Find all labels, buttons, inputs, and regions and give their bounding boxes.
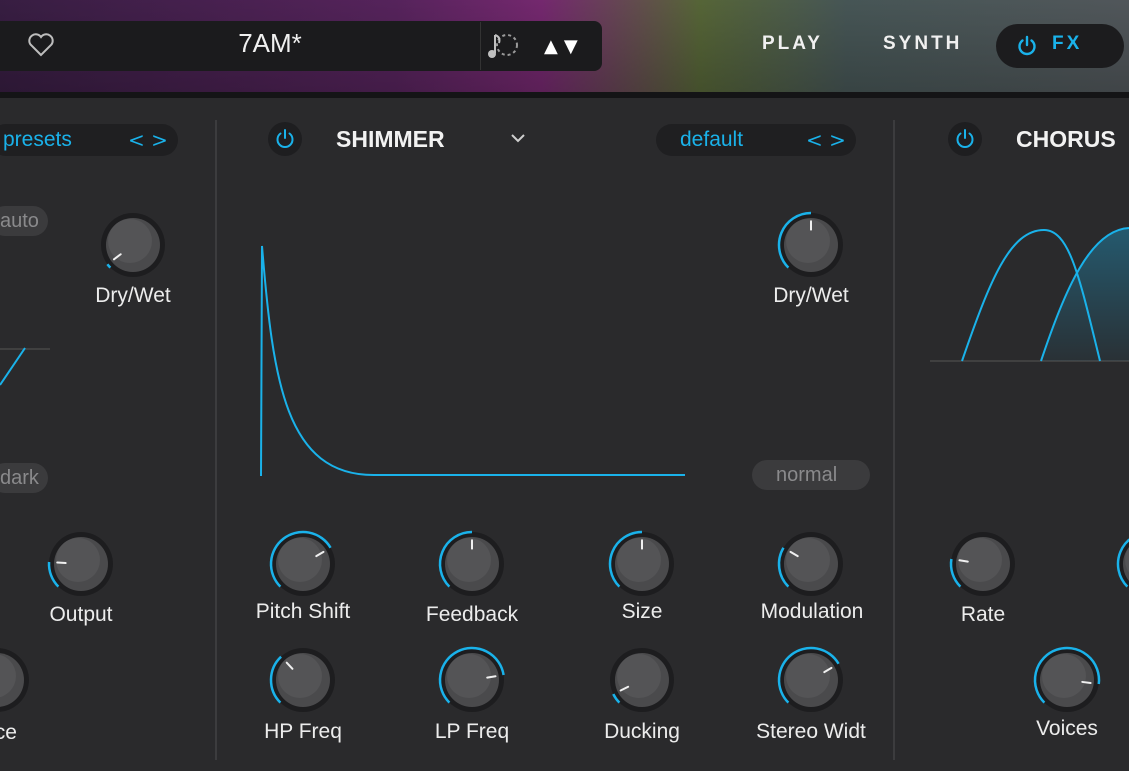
left-curve bbox=[0, 347, 50, 386]
size-label: Size bbox=[621, 600, 663, 623]
chorus-rate-knob[interactable] bbox=[947, 528, 1019, 600]
lp-freq-knob[interactable] bbox=[436, 644, 508, 716]
chevron-left-right-icon[interactable]: < > bbox=[128, 128, 168, 152]
pitch-shift-label: Pitch Shift bbox=[255, 600, 351, 623]
tab-play[interactable]: PLAY bbox=[762, 33, 823, 55]
chorus-title[interactable]: CHORUS bbox=[1016, 126, 1116, 153]
left-partial-label: nce bbox=[0, 721, 17, 744]
mode-auto-label: auto bbox=[0, 210, 39, 232]
left-dry-wet-label: Dry/Wet bbox=[95, 284, 171, 307]
mode-dark-label: dark bbox=[0, 467, 39, 489]
heart-icon[interactable] bbox=[27, 32, 55, 58]
top-bar-divider bbox=[0, 92, 1129, 98]
panel-divider bbox=[893, 120, 895, 760]
power-icon bbox=[956, 129, 974, 148]
hp-freq-knob[interactable] bbox=[267, 644, 339, 716]
shimmer-mode-label: normal bbox=[776, 464, 838, 486]
stereo-width-knob[interactable] bbox=[775, 644, 847, 716]
left-dry-wet-knob[interactable] bbox=[97, 209, 169, 281]
music-note-icon[interactable] bbox=[485, 31, 521, 61]
preset-nav-arrows[interactable]: ▲▼ bbox=[544, 36, 584, 57]
left-preset-label: presets bbox=[3, 128, 72, 151]
shimmer-dry-wet-label: Dry/Wet bbox=[773, 284, 849, 307]
power-icon bbox=[276, 129, 294, 148]
ducking-label: Ducking bbox=[604, 720, 680, 743]
tab-fx-label[interactable]: FX bbox=[1052, 33, 1082, 55]
chevron-down-icon[interactable] bbox=[510, 132, 526, 144]
chevron-left-right-icon[interactable]: < > bbox=[806, 128, 846, 152]
tab-synth[interactable]: SYNTH bbox=[883, 33, 962, 55]
shimmer-title[interactable]: SHIMMER bbox=[336, 126, 445, 153]
modulation-label: Modulation bbox=[760, 600, 864, 623]
left-output-knob[interactable] bbox=[45, 528, 117, 600]
lp-freq-label: LP Freq bbox=[434, 720, 510, 743]
chorus-voices-knob[interactable] bbox=[1031, 644, 1103, 716]
preset-name[interactable]: 7AM* bbox=[150, 28, 390, 59]
chorus-voices-label: Voices bbox=[1036, 717, 1098, 740]
left-output-label: Output bbox=[49, 603, 113, 626]
ducking-knob[interactable] bbox=[606, 644, 678, 716]
hp-freq-label: HP Freq bbox=[264, 720, 342, 743]
shimmer-preset-label: default bbox=[680, 128, 744, 151]
left-partial-knob[interactable] bbox=[0, 644, 33, 716]
chorus-lfo-display bbox=[930, 227, 1129, 362]
shimmer-dry-wet-knob[interactable] bbox=[775, 209, 847, 281]
size-knob[interactable] bbox=[606, 528, 678, 600]
separator bbox=[480, 22, 481, 70]
stereo-width-label: Stereo Widt bbox=[756, 720, 866, 743]
feedback-knob[interactable] bbox=[436, 528, 508, 600]
power-icon bbox=[1018, 35, 1036, 56]
panel-divider bbox=[215, 120, 217, 760]
pitch-shift-knob[interactable] bbox=[267, 528, 339, 600]
shimmer-decay-display bbox=[260, 245, 685, 477]
chorus-partial-knob[interactable] bbox=[1114, 528, 1129, 600]
chorus-rate-label: Rate bbox=[960, 603, 1006, 626]
feedback-label: Feedback bbox=[425, 603, 519, 626]
modulation-knob[interactable] bbox=[775, 528, 847, 600]
